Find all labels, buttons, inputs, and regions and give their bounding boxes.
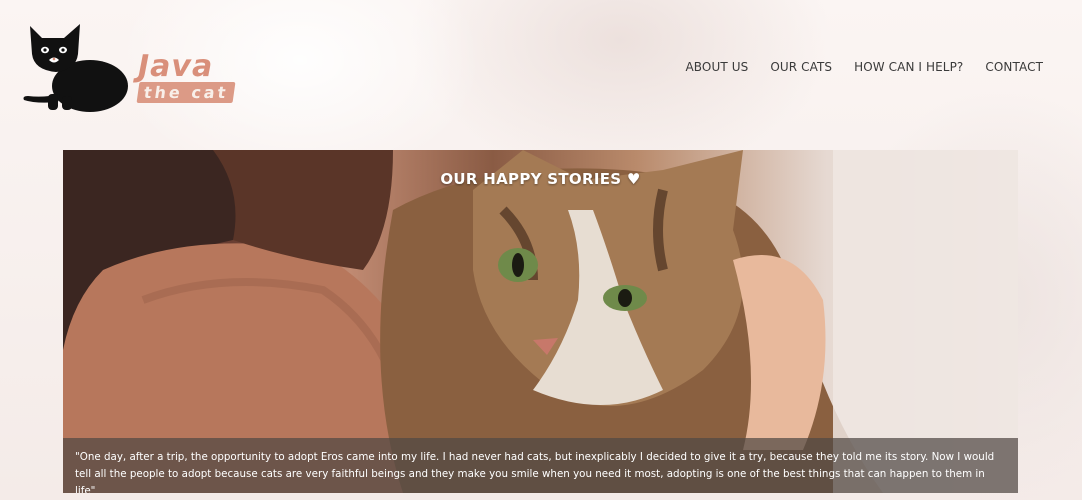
nav-how-can-i-help[interactable]: HOW CAN I HELP? xyxy=(854,60,963,74)
logo-line-2: the cat xyxy=(136,82,236,103)
main-nav: ABOUT US OUR CATS HOW CAN I HELP? CONTAC… xyxy=(686,60,1044,74)
logo-wordmark: Java the cat xyxy=(136,49,236,103)
hero-title: OUR HAPPY STORIES ♥ xyxy=(440,170,641,188)
happy-stories-hero: OUR HAPPY STORIES ♥ "One day, after a tr… xyxy=(63,150,1018,493)
testimonial-quote: "One day, after a trip, the opportunity … xyxy=(63,438,1018,493)
site-logo[interactable]: Java the cat xyxy=(18,18,248,118)
logo-line-1: Java xyxy=(138,49,214,84)
black-cat-icon xyxy=(23,24,128,112)
nav-about-us[interactable]: ABOUT US xyxy=(686,60,749,74)
nav-our-cats[interactable]: OUR CATS xyxy=(770,60,832,74)
site-header: Java the cat ABOUT US OUR CATS HOW CAN I… xyxy=(0,0,1082,140)
nav-contact[interactable]: CONTACT xyxy=(985,60,1043,74)
